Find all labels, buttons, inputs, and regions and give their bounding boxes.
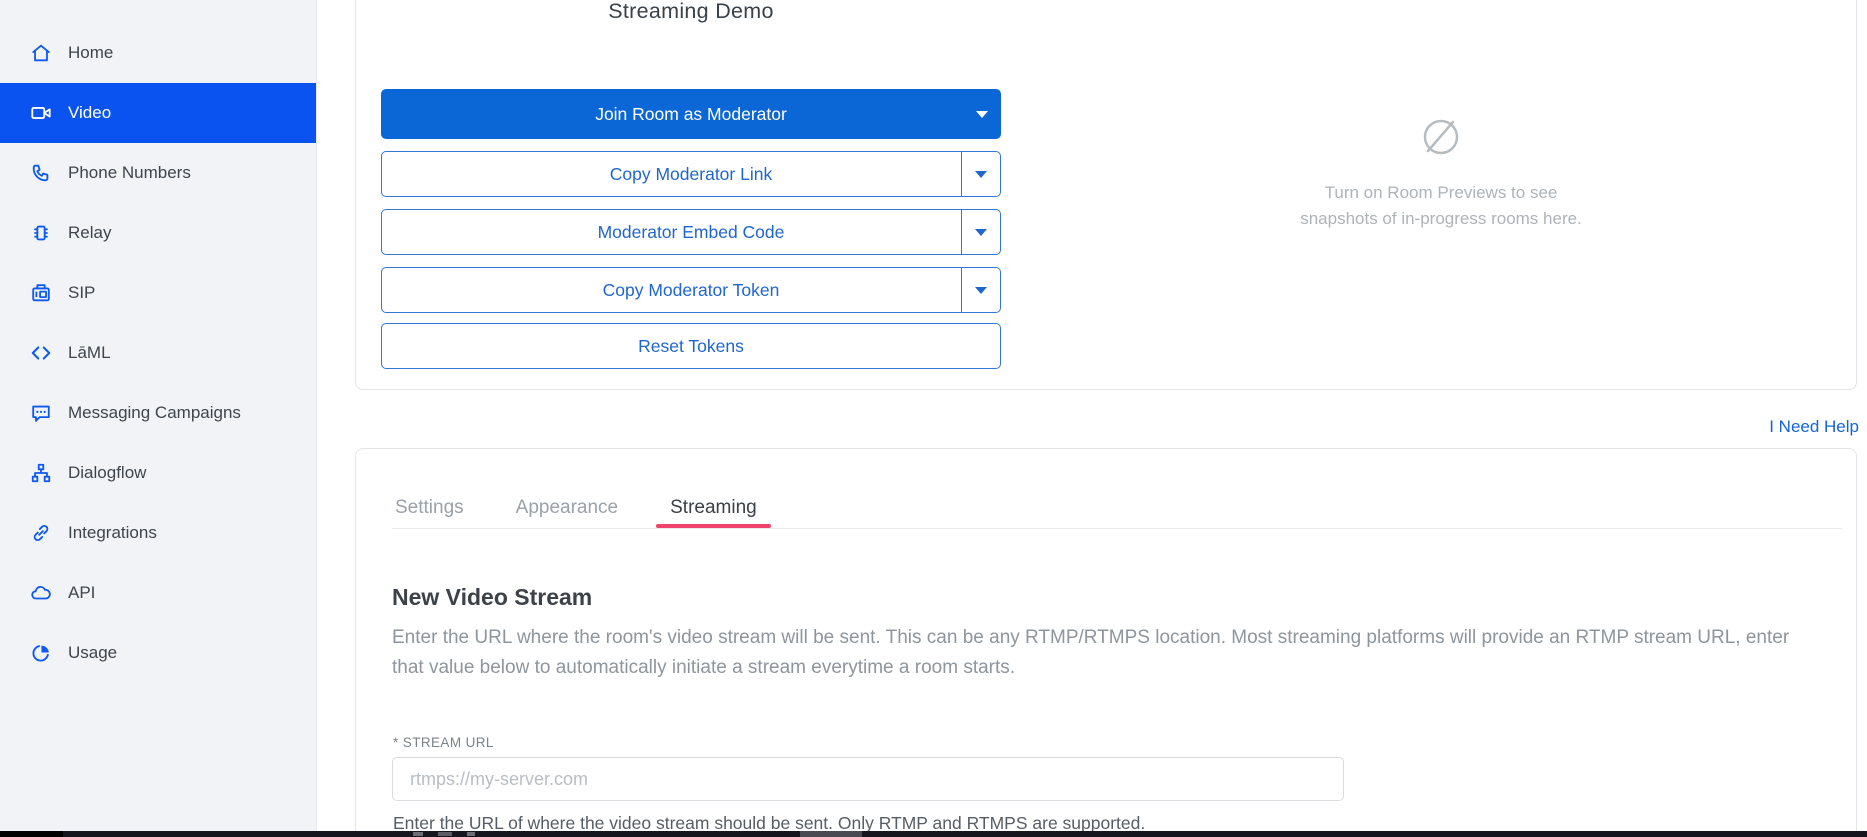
sidebar-item-label: SIP: [68, 283, 95, 303]
sidebar-item-video[interactable]: Video: [0, 83, 316, 143]
button-label: Join Room as Moderator: [595, 104, 787, 125]
sidebar-item-messaging-campaigns[interactable]: Messaging Campaigns: [0, 383, 316, 443]
sidebar-item-label: Integrations: [68, 523, 157, 543]
tab-appearance[interactable]: Appearance: [514, 497, 620, 528]
copy-moderator-token-button[interactable]: Copy Moderator Token: [381, 267, 1001, 313]
button-label: Copy Moderator Token: [603, 280, 780, 301]
home-icon: [30, 42, 52, 64]
moderator-embed-code-button[interactable]: Moderator Embed Code: [381, 209, 1001, 255]
sidebar-item-api[interactable]: API: [0, 563, 316, 623]
tab-bar: Settings Appearance Streaming: [393, 497, 759, 528]
sidebar-item-label: Usage: [68, 643, 117, 663]
tab-divider: [392, 528, 1842, 529]
stream-url-input[interactable]: [392, 757, 1344, 801]
room-preview-placeholder: Turn on Room Previews to see snapshots o…: [1236, 111, 1646, 232]
sidebar-item-dialogflow[interactable]: Dialogflow: [0, 443, 316, 503]
sidebar: Home Video Phone Numbers Relay SIP: [0, 0, 317, 831]
button-label: Copy Moderator Link: [610, 164, 772, 185]
link-icon: [30, 522, 52, 544]
video-camera-icon: [30, 102, 52, 124]
moderator-embed-code-dropdown-toggle[interactable]: [961, 210, 1000, 254]
join-room-moderator-button[interactable]: Join Room as Moderator: [381, 89, 1001, 139]
copy-moderator-link-dropdown-toggle[interactable]: [961, 152, 1000, 196]
section-heading: New Video Stream: [392, 584, 592, 611]
join-room-dropdown-toggle[interactable]: [962, 89, 1001, 139]
sidebar-item-label: Video: [68, 103, 111, 123]
sidebar-item-label: Messaging Campaigns: [68, 403, 241, 423]
chevron-down-icon: [975, 287, 987, 294]
circle-slash-icon: [1415, 111, 1467, 163]
sidebar-item-label: Phone Numbers: [68, 163, 191, 183]
preview-message-line1: Turn on Room Previews to see: [1236, 180, 1646, 206]
taskbar-segment: [0, 831, 63, 837]
sidebar-item-sip[interactable]: SIP: [0, 263, 316, 323]
sidebar-item-label: Home: [68, 43, 113, 63]
button-label: Reset Tokens: [638, 336, 744, 357]
taskbar-glyph: [438, 832, 452, 836]
room-title: Streaming Demo: [381, 0, 1001, 24]
sidebar-item-integrations[interactable]: Integrations: [0, 503, 316, 563]
preview-message-line2: snapshots of in-progress rooms here.: [1236, 206, 1646, 232]
reset-tokens-button[interactable]: Reset Tokens: [381, 323, 1001, 369]
pie-chart-icon: [30, 642, 52, 664]
fax-phone-icon: [30, 282, 52, 304]
sidebar-item-laml[interactable]: LāML: [0, 323, 316, 383]
taskbar-segment: [800, 831, 862, 837]
sidebar-item-label: LāML: [68, 343, 111, 363]
stream-url-label: * STREAM URL: [393, 735, 494, 750]
sidebar-item-phone-numbers[interactable]: Phone Numbers: [0, 143, 316, 203]
tab-label: Settings: [395, 497, 464, 518]
phone-icon: [30, 162, 52, 184]
sitemap-icon: [30, 462, 52, 484]
tab-label: Streaming: [670, 497, 757, 518]
sidebar-item-label: Relay: [68, 223, 111, 243]
taskbar-glyph: [413, 832, 423, 836]
sidebar-item-label: Dialogflow: [68, 463, 146, 483]
sidebar-item-relay[interactable]: Relay: [0, 203, 316, 263]
chevron-down-icon: [976, 111, 988, 118]
chevron-down-icon: [975, 171, 987, 178]
copy-moderator-link-button[interactable]: Copy Moderator Link: [381, 151, 1001, 197]
section-description: Enter the URL where the room's video str…: [392, 623, 1816, 683]
sidebar-item-usage[interactable]: Usage: [0, 623, 316, 683]
chevron-down-icon: [975, 229, 987, 236]
app-window: Home Video Phone Numbers Relay SIP: [0, 0, 1867, 837]
code-icon: [30, 342, 52, 364]
sidebar-item-label: API: [68, 583, 95, 603]
cloud-icon: [30, 582, 52, 604]
room-controls-card: Streaming Demo Join Room as Moderator Co…: [355, 0, 1857, 390]
button-label: Moderator Embed Code: [598, 222, 785, 243]
taskbar-glyph: [467, 832, 475, 836]
sidebar-item-home[interactable]: Home: [0, 23, 316, 83]
tab-streaming[interactable]: Streaming: [668, 497, 759, 528]
chip-icon: [30, 222, 52, 244]
copy-moderator-token-dropdown-toggle[interactable]: [961, 268, 1000, 312]
tab-label: Appearance: [516, 497, 618, 518]
chat-bubble-icon: [30, 402, 52, 424]
bottom-taskbar: [0, 831, 1867, 837]
room-settings-card: Settings Appearance Streaming New Video …: [355, 448, 1857, 837]
need-help-link[interactable]: I Need Help: [1769, 417, 1859, 437]
main-content: Streaming Demo Join Room as Moderator Co…: [318, 0, 1867, 831]
tab-settings[interactable]: Settings: [393, 497, 466, 528]
